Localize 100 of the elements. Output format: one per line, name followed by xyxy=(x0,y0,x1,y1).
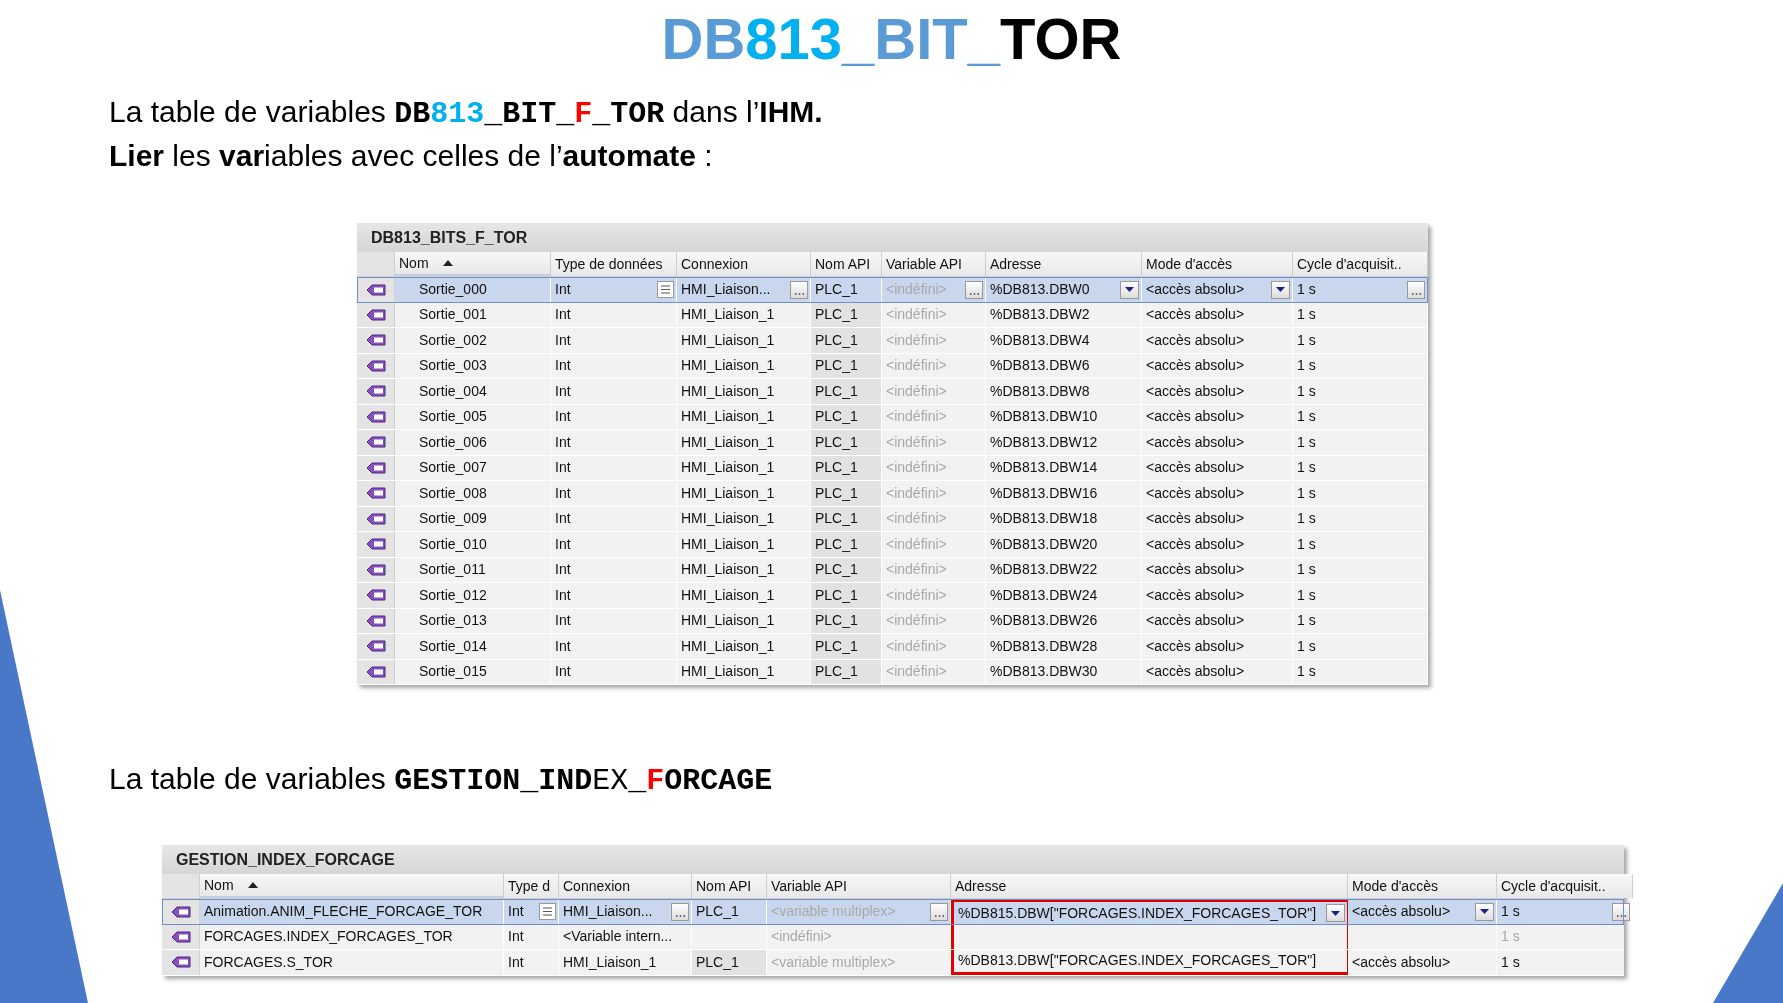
cell-text: 1 s xyxy=(1297,534,1316,554)
cell-text: Sortie_008 xyxy=(419,483,487,503)
ellipsis-button[interactable] xyxy=(790,280,808,299)
table-row[interactable]: Sortie_005 Int HMI_Liaison_1 PLC_1 <indéfini> %DB813.DBW10 <accès absolu> 1 s xyxy=(357,404,1428,430)
table-row[interactable]: Sortie_009 Int HMI_Liaison_1 PLC_1 <indéfini> %DB813.DBW18 <accès absolu> 1 s xyxy=(357,506,1428,532)
cell-text: PLC_1 xyxy=(815,483,858,503)
dropdown-button[interactable] xyxy=(1326,904,1345,923)
cell-text: <accès absolu> xyxy=(1146,432,1245,452)
cell-text: <accès absolu> xyxy=(1146,509,1245,529)
cell-text: 1 s xyxy=(1297,662,1316,682)
table-row[interactable]: Sortie_010 Int HMI_Liaison_1 PLC_1 <indéfini> %DB813.DBW20 <accès absolu> 1 s xyxy=(357,532,1428,558)
column-header[interactable]: Cycle d'acquisit.. xyxy=(1293,252,1428,276)
cell-text: %DB813.DBW8 xyxy=(990,381,1090,401)
tag-icon xyxy=(170,955,191,970)
column-header[interactable]: Nom API xyxy=(811,252,882,276)
column-header[interactable]: Mode d'accès xyxy=(1348,874,1497,898)
list-button[interactable] xyxy=(657,281,674,299)
dropdown-button[interactable] xyxy=(1271,280,1290,299)
cell-text: %DB813.DBW28 xyxy=(990,636,1098,656)
cell-text: PLC_1 xyxy=(696,952,739,972)
table-row[interactable]: Sortie_014 Int HMI_Liaison_1 PLC_1 <indéfini> %DB813.DBW28 <accès absolu> 1 s xyxy=(357,634,1428,660)
table-row[interactable]: Sortie_003 Int HMI_Liaison_1 PLC_1 <indéfini> %DB813.DBW6 <accès absolu> 1 s xyxy=(357,353,1428,379)
cell-text: <accès absolu> xyxy=(1146,280,1245,300)
column-header[interactable]: Cycle d'acquisit.. xyxy=(1497,874,1633,898)
sort-ascending-icon xyxy=(442,260,453,266)
table-row[interactable]: Sortie_007 Int HMI_Liaison_1 PLC_1 <indéfini> %DB813.DBW14 <accès absolu> 1 s xyxy=(357,455,1428,481)
dropdown-button[interactable] xyxy=(1475,902,1494,921)
column-header[interactable]: Type d xyxy=(504,874,559,898)
table-row[interactable]: Sortie_008 Int HMI_Liaison_1 PLC_1 <indéfini> %DB813.DBW16 <accès absolu> 1 s xyxy=(357,481,1428,507)
cell-text: <indéfini> xyxy=(886,305,947,325)
tag-icon xyxy=(365,562,386,577)
cell-text: Int xyxy=(555,330,571,350)
ellipsis-icon xyxy=(675,914,685,917)
cell-text: Animation.ANIM_FLECHE_FORCAGE_TOR xyxy=(204,902,483,922)
column-label: Nom API xyxy=(815,254,871,274)
cell-text: 1 s xyxy=(1297,636,1316,656)
cell-text: <accès absolu> xyxy=(1352,902,1451,922)
column-header[interactable]: Variable API xyxy=(767,874,951,898)
cell-text: Int xyxy=(555,356,571,376)
column-header[interactable]: Adresse xyxy=(986,252,1142,276)
column-header[interactable]: Mode d'accès xyxy=(1142,252,1293,276)
cell-text: 1 s xyxy=(1297,280,1316,300)
cell-text: 1 s xyxy=(1297,432,1316,452)
cell-text: HMI_Liaison_1 xyxy=(681,509,775,529)
column-header[interactable]: Adresse xyxy=(951,874,1348,898)
table-row[interactable]: Sortie_004 Int HMI_Liaison_1 PLC_1 <indéfini> %DB813.DBW8 <accès absolu> 1 s xyxy=(357,379,1428,405)
cell-text: Int xyxy=(555,560,571,580)
tag-icon xyxy=(365,333,386,348)
cell-text: 1 s xyxy=(1297,458,1316,478)
cell-text: HMI_Liaison_1 xyxy=(681,305,775,325)
cell-text: 1 s xyxy=(1297,305,1316,325)
list-button[interactable] xyxy=(539,903,556,921)
cell-text: <accès absolu> xyxy=(1146,636,1245,656)
column-header[interactable]: Nom xyxy=(395,252,551,276)
cell-text: Int xyxy=(555,280,571,300)
ellipsis-icon xyxy=(1411,292,1421,295)
cell-text: %DB813.DBW4 xyxy=(990,330,1090,350)
column-header[interactable]: Connexion xyxy=(559,874,692,898)
dropdown-button[interactable] xyxy=(1120,280,1139,299)
table-row[interactable]: Sortie_006 Int HMI_Liaison_1 PLC_1 <indéfini> %DB813.DBW12 <accès absolu> 1 s xyxy=(357,430,1428,456)
cell-text: PLC_1 xyxy=(815,611,858,631)
column-header[interactable]: Type de données xyxy=(551,252,677,276)
cell-text: <indéfini> xyxy=(886,611,947,631)
cell-text: Sortie_000 xyxy=(419,280,487,300)
table-row[interactable]: Sortie_012 Int HMI_Liaison_1 PLC_1 <indéfini> %DB813.DBW24 <accès absolu> 1 s xyxy=(357,583,1428,609)
ellipsis-button[interactable] xyxy=(965,280,983,299)
column-header[interactable]: Variable API xyxy=(882,252,986,276)
cell-text: HMI_Liaison... xyxy=(563,902,653,922)
column-header[interactable]: Nom API xyxy=(692,874,767,898)
cell-text: PLC_1 xyxy=(815,381,858,401)
tag-icon xyxy=(365,639,386,654)
cell-text: HMI_Liaison_1 xyxy=(681,432,775,452)
cell-text: 1 s xyxy=(1297,356,1316,376)
ellipsis-button[interactable] xyxy=(930,902,948,921)
column-header[interactable]: Nom xyxy=(200,874,504,898)
table-row[interactable]: Sortie_011 Int HMI_Liaison_1 PLC_1 <indéfini> %DB813.DBW22 <accès absolu> 1 s xyxy=(357,557,1428,583)
table-row[interactable]: Sortie_001 Int HMI_Liaison_1 PLC_1 <indéfini> %DB813.DBW2 <accès absolu> 1 s xyxy=(357,302,1428,328)
table-row[interactable]: Sortie_015 Int HMI_Liaison_1 PLC_1 <indéfini> %DB813.DBW30 <accès absolu> 1 s xyxy=(357,659,1428,685)
list-icon xyxy=(661,285,670,295)
column-label: Nom xyxy=(204,875,234,895)
ellipsis-icon xyxy=(934,914,944,917)
cell-text: <indéfini> xyxy=(886,534,947,554)
caret-icon xyxy=(1331,910,1340,916)
ellipsis-button[interactable] xyxy=(671,902,689,921)
table-row[interactable]: Sortie_013 Int HMI_Liaison_1 PLC_1 <indéfini> %DB813.DBW26 <accès absolu> 1 s xyxy=(357,608,1428,634)
intro-text: La table de variables DB813_BIT_F_TOR dans l’IHM. xyxy=(109,94,824,132)
column-header[interactable]: Connexion xyxy=(677,252,811,276)
cell-text: Sortie_010 xyxy=(419,534,487,554)
cell-text: PLC_1 xyxy=(815,356,858,376)
cell-text: Sortie_013 xyxy=(419,611,487,631)
cell-text: FORCAGES.S_TOR xyxy=(204,952,333,972)
cell-text: %DB813.DBW30 xyxy=(990,662,1098,682)
table-row[interactable]: Sortie_000 Int HMI_Liaison... PLC_1 <indéfini> %DB813.DBW0 <accès absolu> 1 s xyxy=(357,277,1428,303)
cell-text: 1 s xyxy=(1297,611,1316,631)
ellipsis-button[interactable] xyxy=(1407,280,1425,299)
column-label: Adresse xyxy=(990,254,1042,274)
table-row[interactable]: Sortie_002 Int HMI_Liaison_1 PLC_1 <indéfini> %DB813.DBW4 <accès absolu> 1 s xyxy=(357,328,1428,354)
cell-text: HMI_Liaison... xyxy=(681,280,771,300)
ellipsis-button[interactable] xyxy=(1612,902,1630,921)
cell-text: PLC_1 xyxy=(815,560,858,580)
